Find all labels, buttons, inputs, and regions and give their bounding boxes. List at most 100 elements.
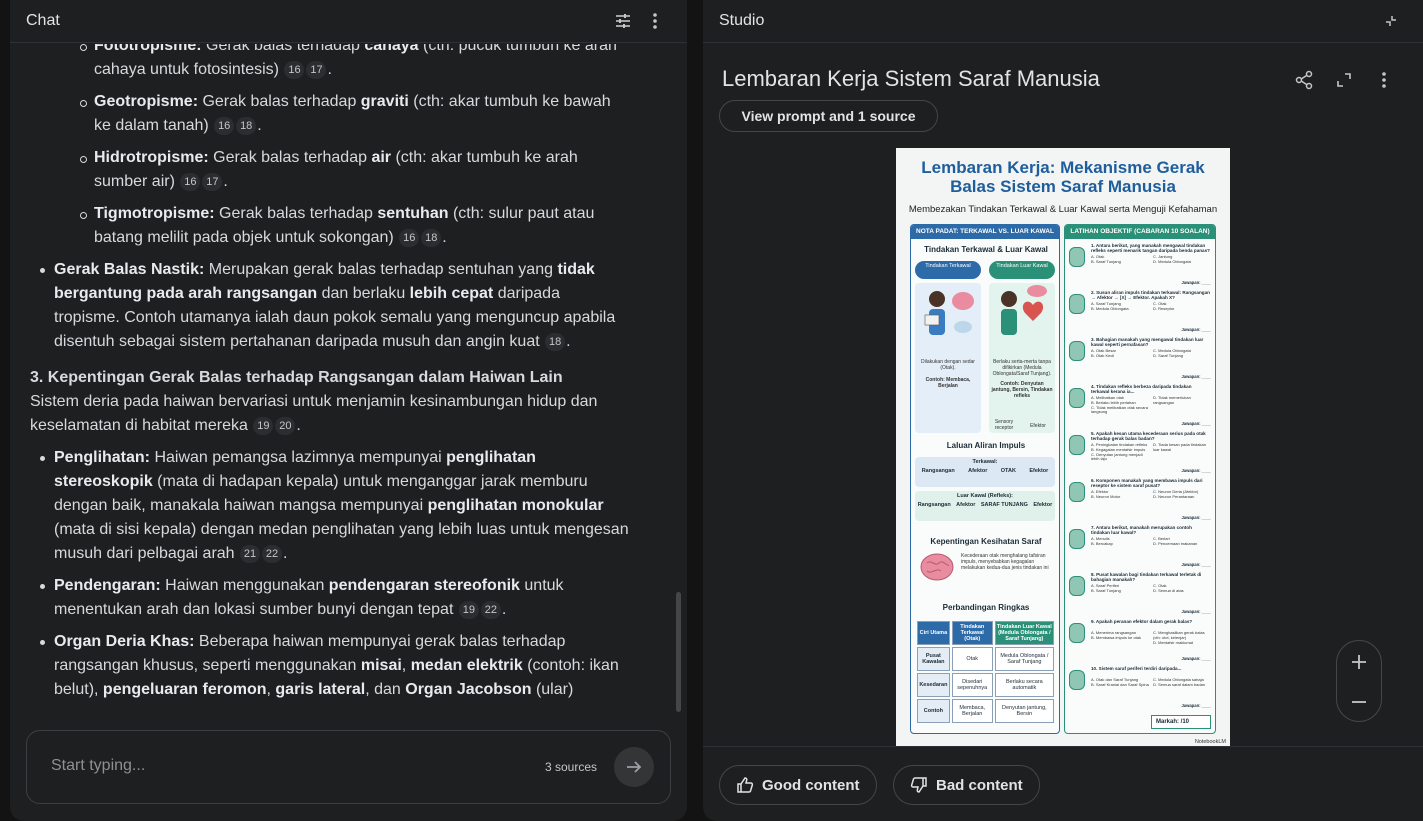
quiz-question: 9. Apakah peranan efektor dalam gerak ba… (1069, 619, 1213, 663)
citation-chip[interactable]: 20 (275, 417, 296, 435)
health-text: Kecederaan otak menghalang tafsiran impu… (961, 553, 1049, 571)
option-item: B. Medula Oblongata (1091, 305, 1129, 311)
question-options: A. Otak dan Saraf Tunjang B. Saraf Krania… (1091, 677, 1211, 688)
citation-chip[interactable]: 18 (236, 117, 257, 135)
list-item: Hidrotropisme: Gerak balas terhadap air … (80, 146, 630, 194)
arrow-forward-icon (627, 761, 642, 773)
more-vert-icon[interactable] (639, 5, 671, 37)
option-item: B. Saraf Tunjang (1091, 258, 1121, 264)
list-item: Geotropisme: Gerak balas terhadap gravit… (80, 90, 630, 138)
terkawal-illustration: Dilakukan dengan sedar (Otak). Contoh: M… (915, 283, 981, 433)
collapse-icon[interactable] (1375, 5, 1407, 37)
studio-title: Studio (719, 12, 765, 29)
question-text: 10. Sistem saraf periferi terdiri daripa… (1091, 666, 1182, 671)
citation-chip[interactable]: 21 (240, 545, 261, 563)
thumb-down-icon (910, 777, 927, 793)
infographic-image: Lembaran Kerja: Mekanisme Gerak Balas Sis… (896, 148, 1230, 746)
citation-chip[interactable]: 17 (202, 173, 223, 191)
section-heading: Perbandingan Ringkas (942, 603, 1030, 612)
chat-message: Fototropisme: Gerak balas terhadap cahay… (30, 44, 630, 710)
fullscreen-icon[interactable] (1328, 64, 1360, 96)
citation-chip[interactable]: 17 (306, 61, 327, 79)
answer-line: Jawapan: ____ (1181, 421, 1211, 426)
question-icon (1069, 294, 1085, 314)
answer-line: Jawapan: ____ (1181, 562, 1211, 567)
notes-column: NOTA PADAT: TERKAWAL VS. LUAR KAWAL Tind… (910, 224, 1060, 734)
more-vert-icon[interactable] (1368, 64, 1400, 96)
option-item: D. Reseptor (1153, 305, 1175, 311)
send-button[interactable] (614, 747, 654, 787)
answer-line: Jawapan: ____ (1181, 327, 1211, 332)
citation-chip[interactable]: 16 (399, 229, 420, 247)
document-title: Lembaran Kerja Sistem Saraf Manusia (722, 66, 1100, 91)
studio-header: Studio (703, 0, 1423, 43)
bad-content-button[interactable]: Bad content (893, 765, 1040, 805)
quiz-question: 2. Susun aliran impuls tindakan terkawal… (1069, 290, 1213, 334)
option-item: D. Medula Oblongata (1153, 258, 1191, 264)
zoom-out-button[interactable] (1337, 682, 1381, 722)
chat-panel: Chat Fototropisme: Gerak balas terhadap … (10, 0, 687, 821)
question-text: 3. Bahagian manakah yang mengawal tindak… (1091, 337, 1204, 348)
notes-header: NOTA PADAT: TERKAWAL VS. LUAR KAWAL (911, 225, 1059, 239)
question-icon (1069, 623, 1085, 643)
citation-chip[interactable]: 19 (458, 601, 479, 619)
chat-input-box: 3 sources (26, 730, 671, 804)
question-text: 1. Antara berikut, yang manakah mengawal… (1091, 243, 1210, 254)
section-heading: Kepentingan Kesihatan Saraf (930, 537, 1042, 546)
list-item: Gerak Balas Nastik: Merupakan gerak bala… (40, 258, 630, 354)
flow-reflex: Luar Kawal (Refleks): Rangsangan Afektor S… (915, 491, 1055, 521)
answer-line: Jawapan: ____ (1181, 374, 1211, 379)
question-options: A. Saraf Periferi B. Saraf Tunjang C. Otak… (1091, 583, 1211, 594)
zoom-in-button[interactable] (1337, 642, 1381, 682)
answer-line: Jawapan: ____ (1181, 703, 1211, 708)
question-text: 8. Pusat kawalan bagi tindakan terkawal … (1091, 572, 1202, 583)
brand-label: NotebookLM (1194, 739, 1226, 745)
chat-header: Chat (10, 0, 687, 43)
question-icon (1069, 576, 1085, 596)
response-list: Penglihatan: Haiwan pemangsa lazimnya me… (40, 446, 630, 702)
quiz-column: LATIHAN OBJEKTIF (CABARAN 10 SOALAN) 1. … (1064, 224, 1216, 734)
citation-chip[interactable]: 19 (253, 417, 274, 435)
citation-chip[interactable]: 16 (284, 61, 305, 79)
option-item: D. Semua saraf dalam badan (1153, 681, 1206, 687)
option-item: D. Pencernaan makanan (1153, 540, 1198, 546)
citation-chip[interactable]: 22 (480, 601, 501, 619)
question-icon (1069, 388, 1085, 408)
scrollbar-thumb[interactable] (676, 592, 681, 712)
list-item: Organ Deria Khas: Beberapa haiwan mempun… (40, 630, 630, 702)
option-item: B. Neuron Motor (1091, 493, 1121, 499)
chat-input[interactable] (51, 757, 471, 775)
option-item: D. Semua di atas (1153, 587, 1184, 593)
question-icon (1069, 435, 1085, 455)
view-prompt-button[interactable]: View prompt and 1 source (719, 100, 938, 132)
citation-chip[interactable]: 16 (180, 173, 201, 191)
share-icon[interactable] (1288, 64, 1320, 96)
list-item: Fototropisme: Gerak balas terhadap cahay… (80, 44, 630, 82)
good-content-button[interactable]: Good content (719, 765, 877, 805)
thumb-up-icon (737, 777, 754, 793)
sources-count: 3 sources (545, 760, 598, 774)
citation-chip[interactable]: 22 (262, 545, 283, 563)
quiz-question: 10. Sistem saraf periferi terdiri daripa… (1069, 666, 1213, 710)
tag-luar-kawal: Tindakan Luar Kawal (989, 261, 1055, 279)
studio-panel: Studio Lembaran Kerja Sistem Saraf Manus… (703, 0, 1423, 821)
response-list: Gerak Balas Nastik: Merupakan gerak bala… (40, 258, 630, 354)
quiz-question: 7. Antara berikut, manakah merupakan con… (1069, 525, 1213, 569)
option-item: C. Tidak melibatkan otak secara langsung (1091, 404, 1148, 415)
tune-icon[interactable] (607, 5, 639, 37)
citation-chip[interactable]: 18 (545, 333, 566, 351)
infographic-title: Lembaran Kerja: Mekanisme Gerak Balas Sis… (921, 158, 1205, 196)
question-options: A. Otak B. Saraf Tunjang C. Jantung D. Medu… (1091, 254, 1211, 265)
option-item: B. Otak Kecil (1091, 352, 1115, 358)
citation-chip[interactable]: 16 (214, 117, 235, 135)
citation-chip[interactable]: 18 (421, 229, 442, 247)
minus-icon (1352, 701, 1366, 703)
section-heading: 3. Kepentingan Gerak Balas terhadap Rang… (30, 369, 563, 386)
option-item: D. Tiada kesan pada tindakan luar kawal (1153, 442, 1206, 452)
chat-scroll-area[interactable]: Fototropisme: Gerak balas terhadap cahay… (10, 44, 687, 730)
luar-kawal-illustration: Berlaku serta-merta tanpa difikirkan (Me… (989, 283, 1055, 433)
question-options: A. Menulis B. Bercakap C. Berlari D. Pencer… (1091, 536, 1211, 547)
option-item: B. Saraf Tunjang (1091, 587, 1121, 593)
question-icon (1069, 529, 1085, 549)
question-options: A. Otak Besar B. Otak Kecil C. Medula Oblo… (1091, 348, 1211, 359)
